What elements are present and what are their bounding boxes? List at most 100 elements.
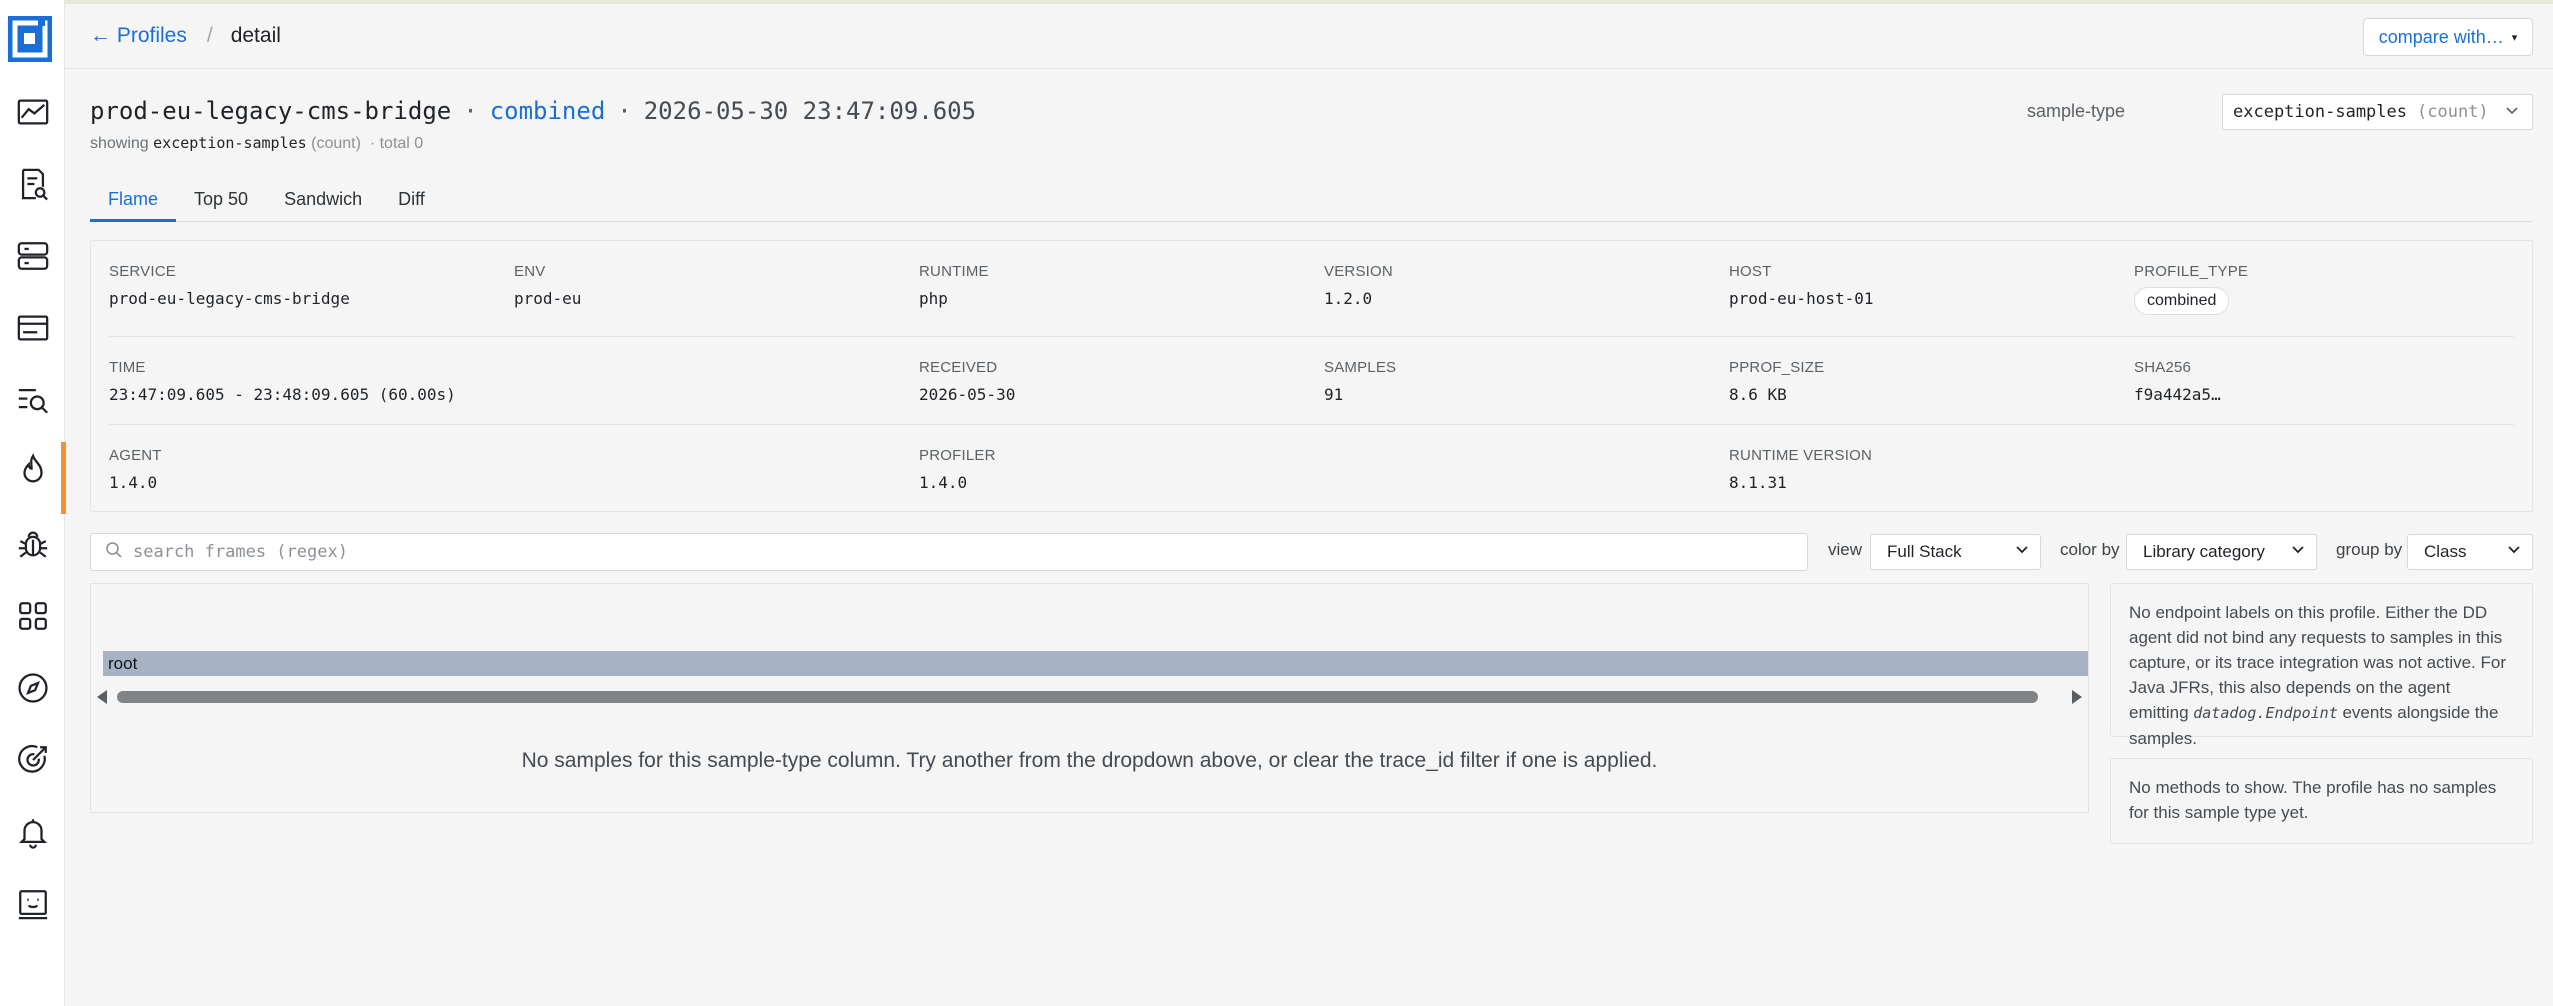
view-label: view [1828, 540, 1863, 559]
meta-value: 91 [1324, 385, 1344, 404]
tab-top-50[interactable]: Top 50 [176, 182, 266, 222]
bug-icon[interactable] [0, 516, 65, 572]
meta-runtime: RUNTIME php [919, 263, 989, 308]
empty-state-message: No samples for this sample-type column. … [521, 749, 1658, 772]
browser-icon[interactable] [0, 300, 65, 356]
meta-value: prod-eu [514, 289, 582, 308]
tab-flame[interactable]: Flame [90, 182, 177, 222]
meta-value: php [919, 289, 948, 308]
title-timestamp: 2026-05-30 23:47:09.605 [643, 97, 977, 125]
terminal-icon[interactable] [0, 876, 65, 932]
tab-diff[interactable]: Diff [380, 182, 443, 222]
scroll-left-icon[interactable] [97, 690, 107, 704]
color-by-label: color by [2060, 540, 2120, 559]
search-icon [105, 541, 123, 564]
meta-key: ENV [514, 263, 546, 280]
meta-key: TIME [109, 359, 146, 376]
chevron-down-icon [2504, 102, 2520, 122]
meta-value: prod-eu-host-01 [1729, 289, 1874, 308]
meta-env: ENV prod-eu [514, 263, 581, 308]
meta-agent: AGENT 1.4.0 [109, 447, 162, 492]
sample-type-select[interactable]: exception-samples (count) [2222, 94, 2533, 130]
back-to-profiles-link[interactable]: ← Profiles [90, 24, 187, 48]
servers-icon[interactable] [0, 228, 65, 284]
scroll-right-icon[interactable] [2072, 690, 2082, 704]
top-accent-line [65, 0, 2553, 4]
meta-value: 8.1.31 [1729, 473, 1787, 492]
meta-key: RECEIVED [919, 359, 998, 376]
meta-key: SERVICE [109, 263, 176, 280]
frame-search-input[interactable]: search frames (regex) [90, 533, 1808, 571]
search-placeholder: search frames (regex) [133, 542, 348, 562]
meta-key: AGENT [109, 447, 162, 464]
sample-summary: showing exception-samples (count) · tota… [90, 134, 423, 153]
meta-key: VERSION [1324, 263, 1393, 280]
group-by-label: group by [2336, 540, 2403, 559]
query-icon[interactable] [0, 372, 65, 428]
title-separator: · [617, 97, 632, 125]
meta-version: VERSION 1.2.0 [1324, 263, 1393, 308]
meta-value: 1.2.0 [1324, 289, 1373, 308]
compass-icon[interactable] [0, 660, 65, 716]
flame-graph: root No samples for this sample-type col… [90, 583, 2089, 813]
group-by-value: Class [2424, 542, 2467, 561]
compare-with-button[interactable]: compare with… ▾ [2363, 18, 2533, 56]
meta-key: PROFILER [919, 447, 996, 464]
meta-value: 1.4.0 [919, 473, 968, 492]
meta-value: 1.4.0 [109, 473, 158, 492]
meta-samples: SAMPLES 91 [1324, 359, 1396, 404]
flame-frame-root[interactable]: root [103, 651, 2088, 676]
bell-icon[interactable] [0, 804, 65, 860]
sample-type-unit: (count) [2417, 102, 2489, 122]
meta-key: SHA256 [2134, 359, 2192, 376]
horizontal-scrollbar[interactable] [95, 689, 2084, 705]
metrics-icon[interactable] [0, 84, 65, 140]
meta-value: 8.6 KB [1729, 385, 1787, 404]
chevron-down-icon [2290, 541, 2306, 561]
profile-type-badge: combined [2134, 287, 2230, 315]
scrollbar-thumb[interactable] [117, 691, 2038, 703]
meta-value: 2026-05-30 [919, 385, 1016, 404]
breadcrumb: ← Profiles / detail [90, 24, 281, 48]
tab-sandwich[interactable]: Sandwich [266, 182, 380, 222]
meta-sha256: SHA256 f9a442a5… [2134, 359, 2221, 404]
meta-key: HOST [1729, 263, 1772, 280]
log-search-icon[interactable] [0, 156, 65, 212]
meta-row-divider [109, 336, 2514, 337]
meta-key: SAMPLES [1324, 359, 1397, 376]
methods-card: No methods to show. The profile has no s… [2110, 758, 2533, 844]
meta-runtime-version: RUNTIME VERSION 8.1.31 [1729, 447, 1872, 492]
view-tabs: Flame Top 50 Sandwich Diff [90, 182, 2533, 222]
color-by-select[interactable]: Library category [2126, 534, 2317, 570]
grid-icon[interactable] [0, 588, 65, 644]
meta-pprof-size: PPROF_SIZE 8.6 KB [1729, 359, 1824, 404]
chevron-down-icon [2014, 541, 2030, 561]
title-service: prod-eu-legacy-cms-bridge [90, 97, 452, 125]
endpoint-event-code: datadog.Endpoint [2193, 704, 2338, 722]
sample-type-value: exception-samples [2233, 102, 2407, 122]
meta-key: RUNTIME VERSION [1729, 447, 1873, 464]
left-nav-rail [0, 0, 66, 1006]
title-separator: · [463, 97, 478, 125]
view-select[interactable]: Full Stack [1870, 534, 2041, 570]
view-value: Full Stack [1887, 542, 1962, 561]
endpoints-card: No endpoint labels on this profile. Eith… [2110, 583, 2533, 748]
sample-type-name: exception-samples [153, 134, 307, 152]
meta-row-divider [109, 424, 2514, 425]
flame-icon[interactable] [0, 442, 66, 514]
caret-down-icon: ▾ [2511, 31, 2518, 44]
compare-label: compare with… [2378, 26, 2504, 47]
meta-key: PROFILE_TYPE [2134, 263, 2249, 280]
target-icon[interactable] [0, 732, 65, 788]
app-logo[interactable] [8, 16, 52, 62]
title-kind: combined [489, 97, 606, 125]
chevron-down-icon [2506, 541, 2522, 561]
sample-unit: (count) [311, 135, 361, 152]
meta-key: PPROF_SIZE [1729, 359, 1825, 376]
meta-profiler: PROFILER 1.4.0 [919, 447, 996, 492]
breadcrumb-current: detail [230, 24, 281, 47]
group-by-select[interactable]: Class [2407, 534, 2533, 570]
meta-value: prod-eu-legacy-cms-bridge [109, 289, 350, 308]
meta-key: RUNTIME [919, 263, 989, 280]
header-divider [65, 68, 2553, 69]
